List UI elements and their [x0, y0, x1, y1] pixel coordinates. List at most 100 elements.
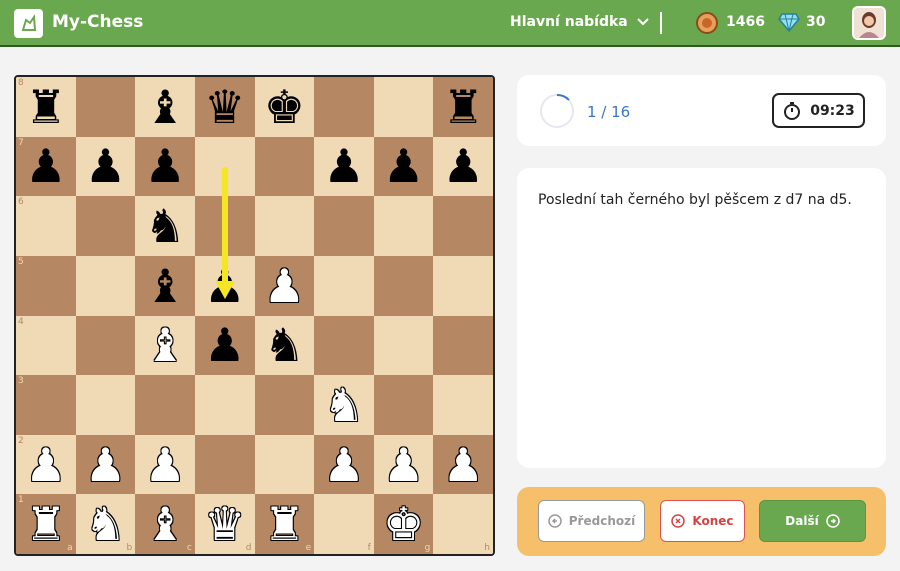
square-d6[interactable]	[194, 196, 255, 256]
black-knight-icon[interactable]: ♞	[264, 322, 305, 368]
square-b1[interactable]: b ♞	[75, 494, 136, 554]
square-d8[interactable]: ♛	[194, 77, 255, 137]
square-d7[interactable]	[194, 136, 255, 197]
black-pawn-icon[interactable]: ♟	[204, 322, 245, 368]
black-rook-icon[interactable]: ♜	[443, 84, 484, 130]
next-button[interactable]: Další	[759, 500, 866, 542]
square-a6[interactable]: 6	[16, 196, 76, 256]
square-a5[interactable]: 5	[16, 255, 76, 316]
black-rook-icon[interactable]: ♜	[25, 84, 66, 130]
square-e8[interactable]: ♚	[254, 77, 315, 137]
square-c8[interactable]: ♝	[135, 77, 195, 137]
square-g5[interactable]	[373, 255, 434, 316]
white-pawn-icon[interactable]: ♟	[383, 442, 424, 488]
square-c6[interactable]: ♞	[135, 196, 195, 256]
white-pawn-icon[interactable]: ♟	[323, 442, 364, 488]
white-pawn-icon[interactable]: ♟	[443, 442, 484, 488]
square-b7[interactable]: ♟	[75, 136, 136, 197]
square-b2[interactable]: ♟	[75, 434, 136, 495]
square-h1[interactable]: h	[433, 494, 493, 554]
chess-board[interactable]: 8 ♜ ♝ ♛ ♚ ♜ 7 ♟ ♟ ♟ ♟ ♟ ♟ 6 ♞ 5 ♝ ♟ ♟ 4 ♝ ♟ ♞ 3 ♞ 2 ♟ ♟ ♟ ♟ ♟ ♟ 1 a ♜ b ♞ c ♝ d…	[14, 75, 495, 556]
square-f4[interactable]	[314, 315, 374, 376]
square-b4[interactable]	[75, 315, 136, 376]
white-bishop-icon[interactable]: ♝	[144, 322, 185, 368]
black-queen-icon[interactable]: ♛	[204, 84, 245, 130]
square-b3[interactable]	[75, 375, 136, 435]
white-knight-icon[interactable]: ♞	[85, 501, 126, 547]
main-menu-dropdown[interactable]: Hlavní nabídka	[510, 14, 650, 30]
square-b8[interactable]	[75, 77, 136, 137]
avatar[interactable]	[852, 6, 886, 40]
black-bishop-icon[interactable]: ♝	[144, 263, 185, 309]
square-b6[interactable]	[75, 196, 136, 256]
square-f2[interactable]: ♟	[314, 434, 374, 495]
white-rook-icon[interactable]: ♜	[25, 501, 66, 547]
square-g3[interactable]	[373, 375, 434, 435]
square-a4[interactable]: 4	[16, 315, 76, 376]
black-pawn-icon[interactable]: ♟	[443, 143, 484, 189]
square-e5[interactable]: ♟	[254, 255, 315, 316]
square-c2[interactable]: ♟	[135, 434, 195, 495]
previous-button[interactable]: Předchozí	[538, 500, 645, 542]
square-c1[interactable]: c ♝	[135, 494, 195, 554]
square-e6[interactable]	[254, 196, 315, 256]
black-pawn-icon[interactable]: ♟	[144, 143, 185, 189]
square-a3[interactable]: 3	[16, 375, 76, 435]
brand-name[interactable]: My-Chess	[52, 12, 143, 32]
square-d5[interactable]: ♟	[194, 255, 255, 316]
white-pawn-icon[interactable]: ♟	[144, 442, 185, 488]
square-e4[interactable]: ♞	[254, 315, 315, 376]
white-queen-icon[interactable]: ♛	[204, 501, 245, 547]
square-a7[interactable]: 7 ♟	[16, 136, 76, 197]
square-g1[interactable]: g ♚	[373, 494, 434, 554]
square-d4[interactable]: ♟	[194, 315, 255, 376]
square-h4[interactable]	[433, 315, 493, 376]
square-f5[interactable]	[314, 255, 374, 316]
square-h2[interactable]: ♟	[433, 434, 493, 495]
square-e7[interactable]	[254, 136, 315, 197]
square-h8[interactable]: ♜	[433, 77, 493, 137]
square-d1[interactable]: d ♛	[194, 494, 255, 554]
square-h5[interactable]	[433, 255, 493, 316]
white-bishop-icon[interactable]: ♝	[144, 501, 185, 547]
black-bishop-icon[interactable]: ♝	[144, 84, 185, 130]
white-knight-icon[interactable]: ♞	[323, 382, 364, 428]
square-c7[interactable]: ♟	[135, 136, 195, 197]
square-e3[interactable]	[254, 375, 315, 435]
white-pawn-icon[interactable]: ♟	[264, 263, 305, 309]
white-rook-icon[interactable]: ♜	[264, 501, 305, 547]
black-knight-icon[interactable]: ♞	[144, 203, 185, 249]
square-g8[interactable]	[373, 77, 434, 137]
black-pawn-icon[interactable]: ♟	[85, 143, 126, 189]
black-pawn-icon[interactable]: ♟	[204, 263, 245, 309]
square-d2[interactable]	[194, 434, 255, 495]
black-pawn-icon[interactable]: ♟	[25, 143, 66, 189]
white-king-icon[interactable]: ♚	[383, 501, 424, 547]
square-g6[interactable]	[373, 196, 434, 256]
square-e2[interactable]	[254, 434, 315, 495]
square-g7[interactable]: ♟	[373, 136, 434, 197]
square-c4[interactable]: ♝	[135, 315, 195, 376]
square-f6[interactable]	[314, 196, 374, 256]
black-pawn-icon[interactable]: ♟	[383, 143, 424, 189]
square-b5[interactable]	[75, 255, 136, 316]
end-button[interactable]: Konec	[660, 500, 745, 542]
square-f1[interactable]: f	[314, 494, 374, 554]
square-f3[interactable]: ♞	[314, 375, 374, 435]
square-a1[interactable]: 1 a ♜	[16, 494, 76, 554]
square-f8[interactable]	[314, 77, 374, 137]
square-g4[interactable]	[373, 315, 434, 376]
square-c3[interactable]	[135, 375, 195, 435]
white-pawn-icon[interactable]: ♟	[85, 442, 126, 488]
square-h7[interactable]: ♟	[433, 136, 493, 197]
logo-icon[interactable]	[14, 9, 43, 38]
square-f7[interactable]: ♟	[314, 136, 374, 197]
square-d3[interactable]	[194, 375, 255, 435]
square-g2[interactable]: ♟	[373, 434, 434, 495]
black-pawn-icon[interactable]: ♟	[323, 143, 364, 189]
square-c5[interactable]: ♝	[135, 255, 195, 316]
square-h3[interactable]	[433, 375, 493, 435]
square-h6[interactable]	[433, 196, 493, 256]
square-a8[interactable]: 8 ♜	[16, 77, 76, 137]
white-pawn-icon[interactable]: ♟	[25, 442, 66, 488]
